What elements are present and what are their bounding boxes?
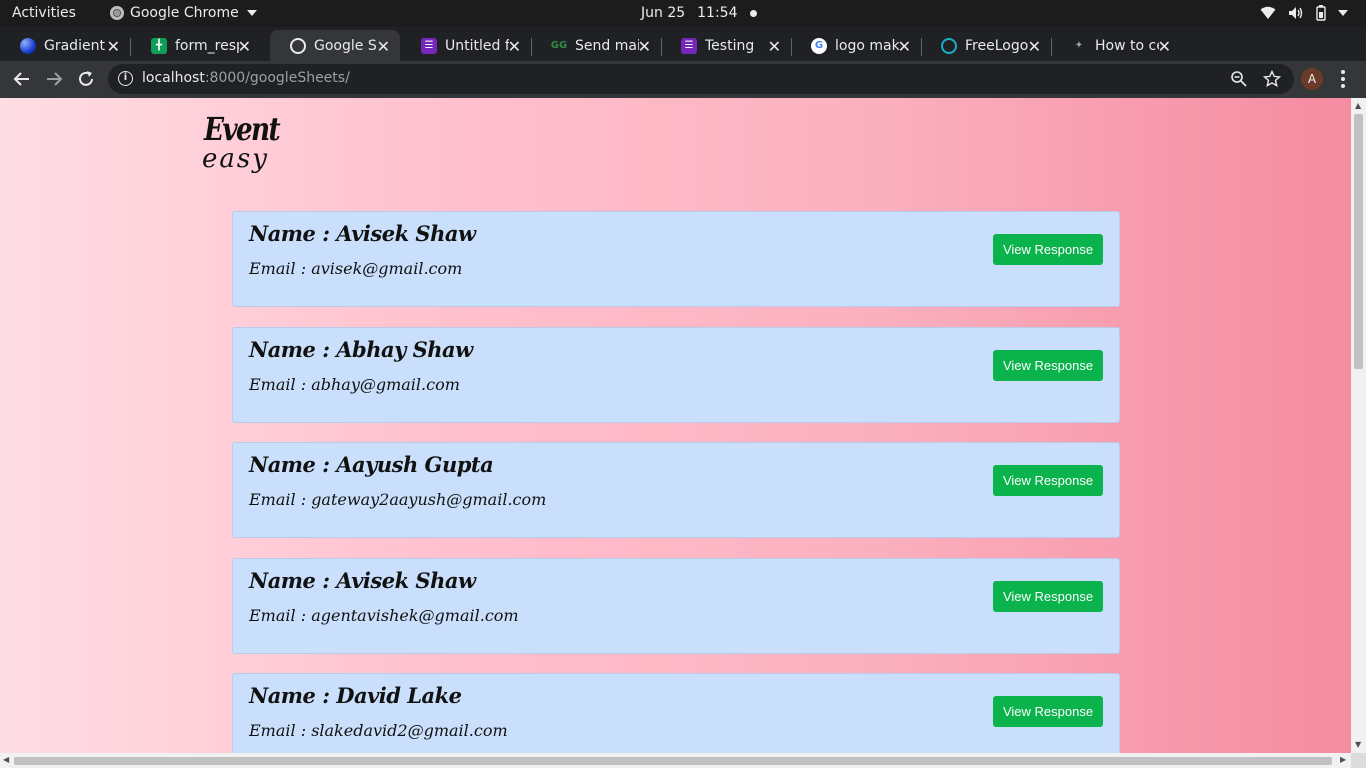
tab-close-icon[interactable]: ✕: [508, 37, 521, 56]
tab-title: Gradient f: [44, 37, 108, 54]
tab-close-icon[interactable]: ✕: [1028, 37, 1041, 56]
respondent-email: Email : abhay@gmail.com: [249, 375, 460, 394]
system-tray[interactable]: [1260, 5, 1348, 21]
clock-date: Jun 25: [641, 5, 686, 21]
respondent-email: Email : avisek@gmail.com: [249, 259, 463, 278]
view-response-button[interactable]: View Response: [993, 581, 1103, 612]
forward-arrow-icon[interactable]: [44, 69, 64, 89]
tab-title: How to ce: [1095, 37, 1159, 54]
tab-7[interactable]: FreeLogo ✕: [921, 30, 1051, 61]
tab-close-icon[interactable]: ✕: [107, 37, 120, 56]
google-favicon-icon: G: [811, 37, 827, 54]
respondent-name: Name : Abhay Shaw: [249, 337, 473, 362]
tab-6[interactable]: Glogo make✕: [791, 30, 921, 61]
tab-close-icon[interactable]: ✕: [1158, 37, 1171, 56]
view-response-button[interactable]: View Response: [993, 350, 1103, 381]
gradient-favicon-icon: [20, 37, 36, 54]
vertical-scroll-thumb[interactable]: [1354, 114, 1363, 369]
notification-dot-icon: [749, 9, 757, 17]
forms-favicon-icon: ☰: [681, 37, 697, 54]
clock[interactable]: Jun 25 11:54: [641, 5, 757, 21]
tab-close-icon[interactable]: ✕: [238, 37, 251, 56]
tab-8[interactable]: ✦ How to ce ✕: [1051, 30, 1181, 61]
scroll-right-arrow-icon[interactable]: ▶: [1340, 755, 1346, 764]
site-info-icon[interactable]: i: [118, 71, 133, 86]
chrome-menu-icon[interactable]: [1340, 69, 1346, 89]
tab-0[interactable]: Gradient f ✕: [0, 30, 130, 61]
response-card: Name : Avisek Shaw Email : agentavishek@g…: [232, 558, 1120, 654]
gfg-favicon-icon: GG: [550, 40, 568, 51]
battery-icon: [1316, 5, 1326, 21]
scroll-down-arrow-icon[interactable]: ▼: [1355, 740, 1361, 749]
address-bar[interactable]: i localhost:8000/googleSheets/: [108, 64, 1294, 94]
tab-close-icon[interactable]: ✕: [377, 37, 390, 56]
scroll-left-arrow-icon[interactable]: ◀: [3, 755, 9, 764]
clock-time: 11:54: [697, 5, 738, 21]
respondent-name: Name : Avisek Shaw: [249, 221, 476, 246]
tab-close-icon[interactable]: ✕: [768, 37, 781, 56]
scroll-up-arrow-icon[interactable]: ▲: [1355, 101, 1361, 110]
event-easy-logo[interactable]: Event easy: [200, 106, 281, 182]
respondent-email: Email : agentavishek@gmail.com: [249, 606, 519, 625]
respondent-name: Name : Aayush Gupta: [249, 452, 494, 477]
system-top-bar: Activities Google Chrome Jun 25 11:54: [0, 0, 1366, 27]
tab-title: logo make: [835, 37, 899, 54]
app-name: Google Chrome: [130, 5, 239, 21]
tab-2[interactable]: Google Sh✕: [270, 30, 400, 61]
response-card: Name : Abhay Shaw Email : abhay@gmail.com…: [232, 327, 1120, 423]
respondent-name: Name : David Lake: [249, 683, 462, 708]
view-response-button[interactable]: View Response: [993, 465, 1103, 496]
app-menu[interactable]: Google Chrome: [110, 5, 257, 21]
scrollbar-corner: [1351, 753, 1366, 768]
response-card: Name : David Lake Email : slakedavid2@gma…: [232, 673, 1120, 753]
power-menu-caret-icon: [1338, 10, 1348, 16]
logo-event-text: Event: [204, 110, 281, 148]
generic-favicon-icon: ✦: [1074, 40, 1084, 51]
freelogo-favicon-icon: [941, 37, 957, 54]
tab-strip: Gradient f✕╋form_resp✕Google Sh✕☰Untitle…: [0, 27, 1366, 82]
caret-down-icon: [246, 10, 257, 16]
globe-favicon-icon: [290, 37, 306, 54]
profile-avatar[interactable]: A: [1301, 68, 1323, 90]
horizontal-scroll-thumb[interactable]: [14, 757, 1332, 765]
vertical-scrollbar[interactable]: ▲ ▼: [1351, 98, 1366, 753]
response-card: Name : Avisek Shaw Email : avisek@gmail.c…: [232, 211, 1120, 307]
tab-1[interactable]: ╋ form_resp ✕: [131, 30, 261, 61]
tab-title: Untitled f: [445, 37, 509, 54]
browser-toolbar: i localhost:8000/googleSheets/: [0, 61, 1366, 98]
view-response-button[interactable]: View Response: [993, 234, 1103, 265]
horizontal-scrollbar[interactable]: ◀ ▶: [0, 753, 1351, 768]
respondent-name: Name : Avisek Shaw: [249, 568, 476, 593]
reload-icon[interactable]: [76, 69, 96, 89]
respondent-email: Email : gateway2aayush@gmail.com: [249, 490, 547, 509]
tab-4[interactable]: GG Send mail ✕: [531, 30, 661, 61]
response-card: Name : Aayush Gupta Email : gateway2aayus…: [232, 442, 1120, 538]
url-text[interactable]: localhost:8000/googleSheets/: [142, 70, 350, 86]
tab-title: form_resp: [175, 37, 239, 54]
tab-3[interactable]: ☰ Untitled f ✕: [401, 30, 531, 61]
chrome-icon: [110, 6, 124, 20]
page-viewport: Event easy Name : Avisek Shaw Email : avi…: [0, 98, 1351, 753]
tab-title: Google Sh: [314, 37, 378, 54]
view-response-button[interactable]: View Response: [993, 696, 1103, 727]
respondent-email: Email : slakedavid2@gmail.com: [249, 721, 508, 740]
wifi-icon: [1260, 6, 1276, 19]
activities-button[interactable]: Activities: [12, 5, 76, 21]
sheets-favicon-icon: ╋: [151, 37, 167, 54]
tab-5[interactable]: ☰ Testing ✕: [661, 30, 791, 61]
zoom-icon[interactable]: [1230, 70, 1248, 88]
forms-favicon-icon: ☰: [421, 37, 437, 54]
volume-icon: [1289, 7, 1303, 19]
tab-title: Send mail: [575, 37, 639, 54]
tab-title: FreeLogo: [965, 37, 1029, 54]
tab-title: Testing: [705, 37, 755, 54]
tab-close-icon[interactable]: ✕: [898, 37, 911, 56]
bookmark-star-icon[interactable]: [1263, 70, 1281, 88]
logo-easy-text: easy: [202, 144, 269, 174]
tab-close-icon[interactable]: ✕: [638, 37, 651, 56]
back-arrow-icon[interactable]: [12, 69, 32, 89]
